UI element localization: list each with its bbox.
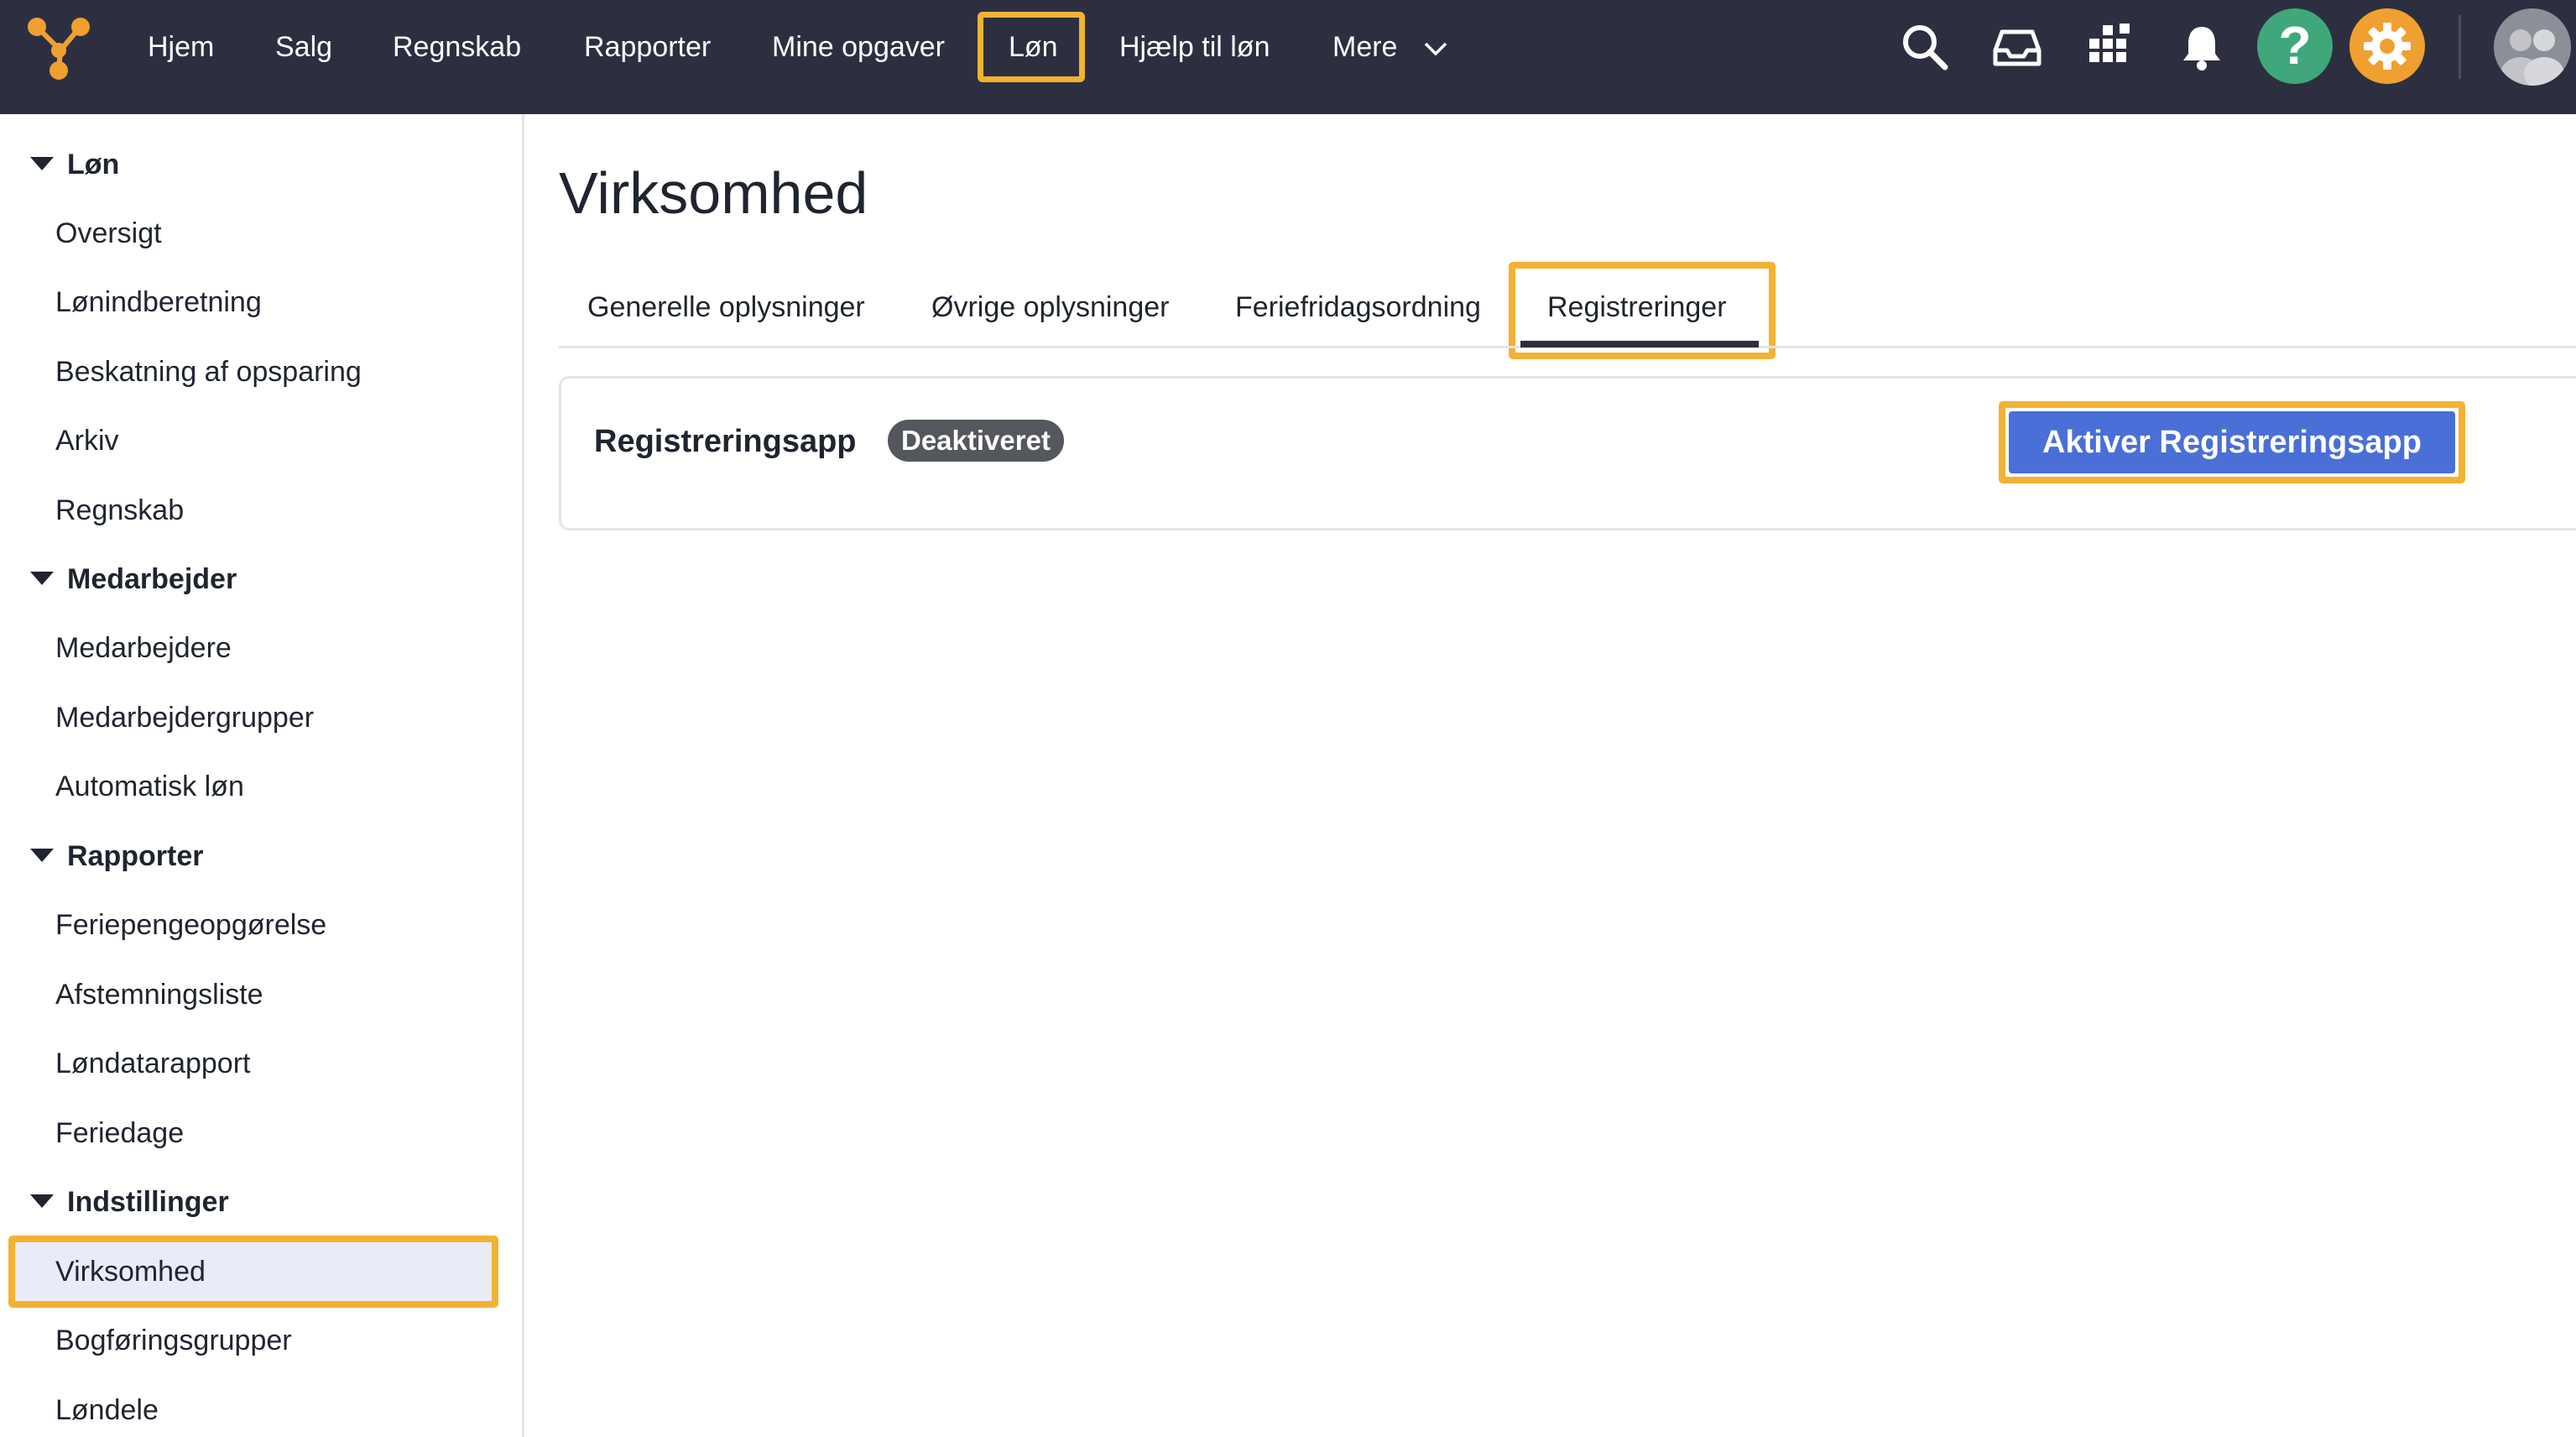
apps-grid-icon[interactable] (2084, 22, 2135, 72)
logo-icon[interactable] (25, 17, 92, 81)
svg-text:?: ? (2278, 15, 2311, 76)
caret-down-icon (30, 572, 54, 586)
sidebar-item-bogforingsgrupper[interactable]: Bogføringsgrupper (55, 1315, 292, 1366)
chevron-down-icon (1424, 42, 1447, 56)
sidebar-section-lon[interactable]: Løn (30, 139, 119, 190)
topbar-divider (2459, 15, 2461, 79)
sidebar-item-feriedage[interactable]: Feriedage (55, 1108, 184, 1158)
nav-rapporter[interactable]: Rapporter (584, 0, 711, 94)
tab-generelle-oplysninger[interactable]: Generelle oplysninger (587, 282, 865, 332)
sidebar-item-lonindberetning[interactable]: Lønindberetning (55, 277, 262, 327)
gear-icon (2364, 23, 2411, 70)
nav-mine-opgaver[interactable]: Mine opgaver (772, 0, 945, 94)
sidebar-item-arkiv[interactable]: Arkiv (55, 415, 119, 466)
tab-ovrige-oplysninger[interactable]: Øvrige oplysninger (931, 282, 1169, 332)
avatar-icon (2500, 29, 2564, 86)
inbox-icon[interactable] (1992, 22, 2042, 72)
sidebar-section-medarbejder[interactable]: Medarbejder (30, 554, 237, 604)
sidebar-item-londatarapport[interactable]: Løndatarapport (55, 1038, 251, 1089)
sidebar-item-automatisk-lon[interactable]: Automatisk løn (55, 761, 244, 812)
sidebar-item-afstemningsliste[interactable]: Afstemningsliste (55, 969, 263, 1020)
top-navigation-bar: Hjem Salg Regnskab Rapporter Mine opgave… (0, 0, 2576, 114)
help-button[interactable]: ? (2257, 8, 2333, 84)
sidebar-section-indstillinger[interactable]: Indstillinger (30, 1177, 229, 1227)
sidebar-section-label: Rapporter (67, 840, 204, 872)
avatar[interactable] (2494, 8, 2571, 86)
activate-registration-app-button[interactable]: Aktiver Registreringsapp (2009, 411, 2455, 473)
settings-button[interactable] (2349, 8, 2425, 84)
nav-mere[interactable]: Mere (1332, 0, 1447, 94)
nav-salg[interactable]: Salg (275, 0, 332, 94)
sidebar-section-label: Indstillinger (67, 1186, 229, 1218)
sidebar-item-feriepengeopgorelse[interactable]: Feriepengeopgørelse (55, 900, 326, 950)
sidebar-item-oversigt[interactable]: Oversigt (55, 208, 162, 259)
nav-regnskab[interactable]: Regnskab (393, 0, 521, 94)
bell-icon[interactable] (2177, 22, 2227, 72)
sidebar-section-label: Medarbejder (67, 563, 237, 595)
nav-hjem[interactable]: Hjem (148, 0, 214, 94)
tab-registreringer[interactable]: Registreringer (1547, 282, 1727, 332)
sidebar-item-medarbejdergrupper[interactable]: Medarbejdergrupper (55, 692, 314, 743)
help-icon: ? (2278, 15, 2311, 76)
nav-hjaelp-til-lon[interactable]: Hjælp til løn (1119, 0, 1270, 94)
sidebar-item-beskatning-af-opsparing[interactable]: Beskatning af opsparing (55, 347, 362, 397)
card-title: Registreringsapp (594, 424, 857, 459)
sidebar-section-rapporter[interactable]: Rapporter (30, 831, 203, 881)
sidebar-section-label: Løn (67, 149, 120, 180)
status-badge: Deaktiveret (888, 420, 1064, 462)
nav-mere-label: Mere (1332, 31, 1398, 63)
search-icon[interactable] (1900, 22, 1950, 72)
sidebar-item-virksomhed[interactable]: Virksomhed (55, 1246, 206, 1297)
active-tab-indicator (1520, 341, 1759, 347)
sidebar-item-medarbejdere[interactable]: Medarbejdere (55, 623, 232, 673)
tab-feriefridagsordning[interactable]: Feriefridagsordning (1235, 282, 1481, 332)
page-title: Virksomhed (559, 160, 868, 226)
caret-down-icon (30, 157, 54, 171)
sidebar-item-regnskab[interactable]: Regnskab (55, 485, 184, 536)
sidebar-item-londele[interactable]: Løndele (55, 1385, 159, 1435)
nav-lon[interactable]: Løn (1009, 0, 1058, 94)
caret-down-icon (30, 849, 54, 863)
caret-down-icon (30, 1194, 54, 1209)
